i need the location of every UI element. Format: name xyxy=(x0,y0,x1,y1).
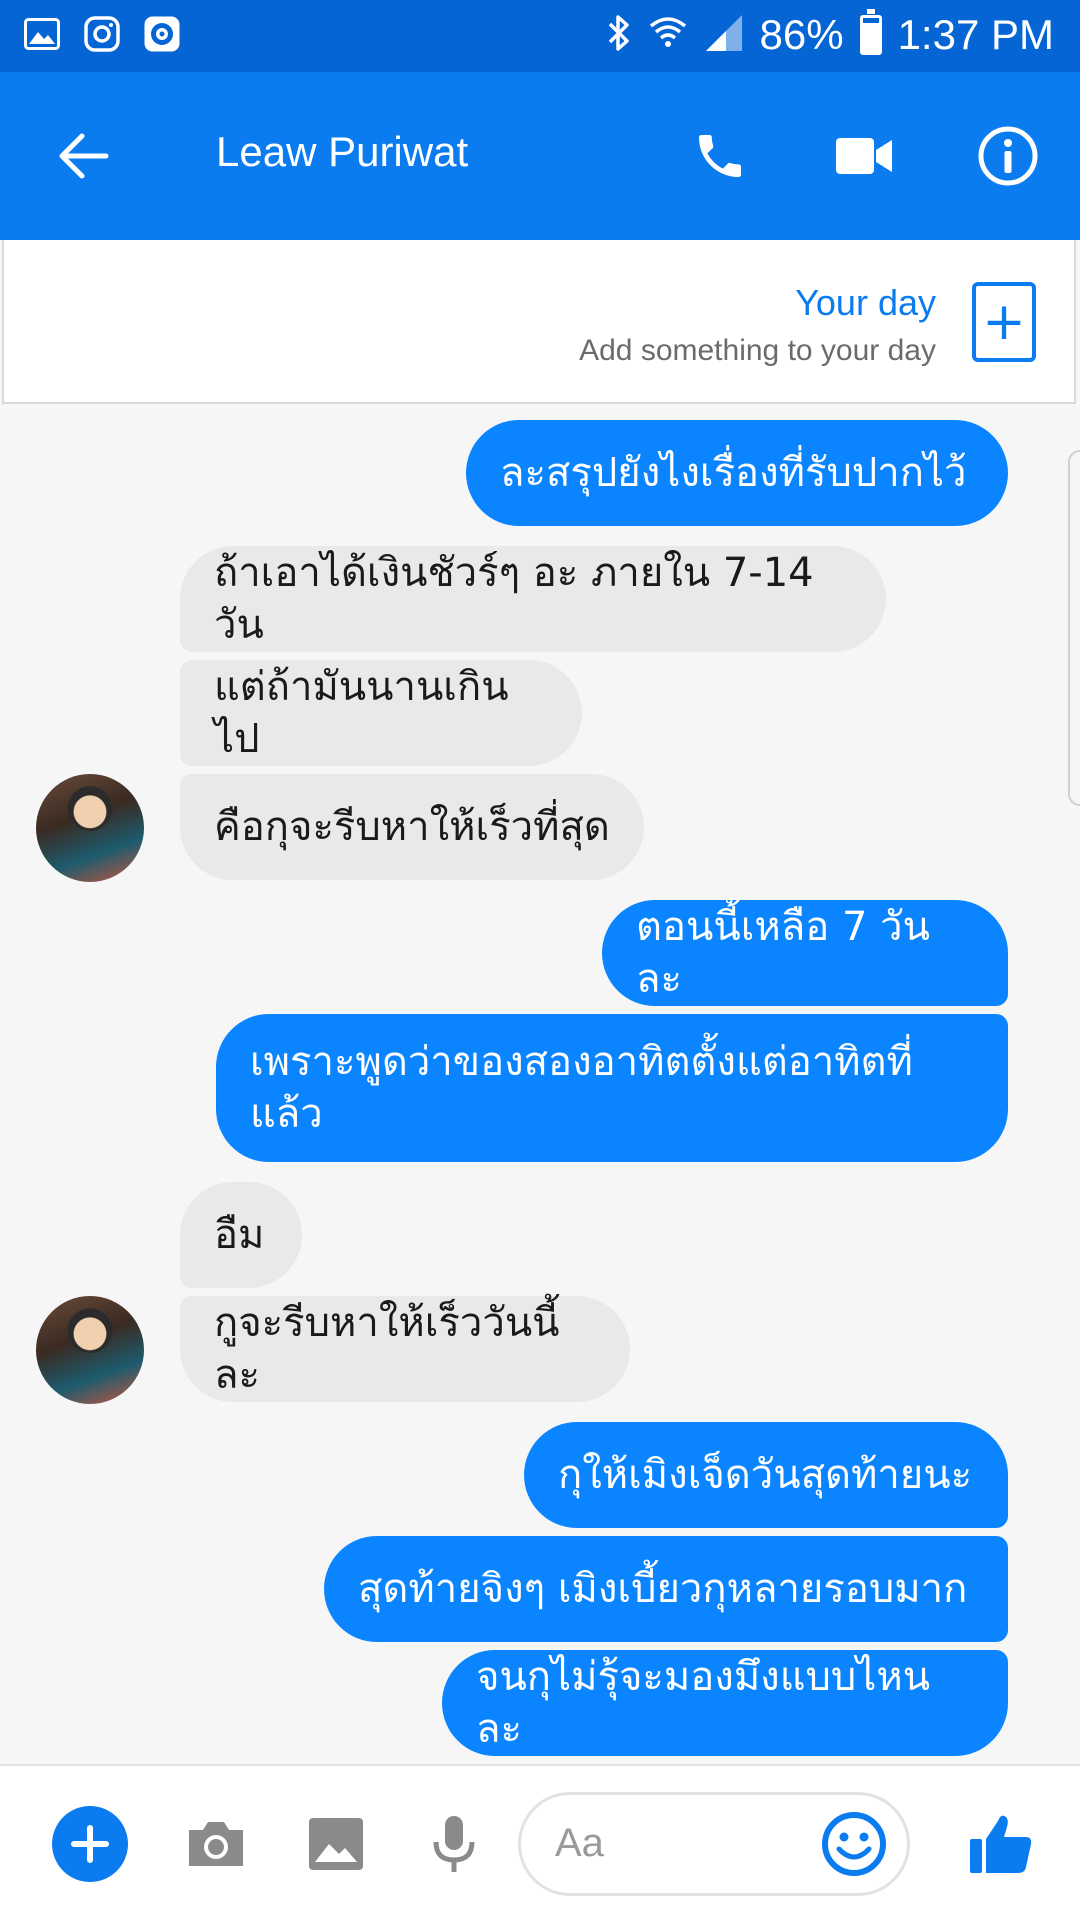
info-icon[interactable] xyxy=(966,114,1050,198)
clock: 1:37 PM xyxy=(897,11,1054,58)
message-composer: Aa xyxy=(0,1764,1080,1920)
back-arrow-icon[interactable] xyxy=(42,114,126,198)
battery-percent: 86% xyxy=(759,11,844,58)
phone-icon[interactable] xyxy=(678,114,762,198)
thumbs-up-icon[interactable] xyxy=(956,1806,1046,1882)
message-bubble-incoming[interactable]: แต่ถ้ามันนานเกินไป xyxy=(180,660,582,766)
message-input[interactable]: Aa xyxy=(518,1792,910,1896)
instagram-icon xyxy=(82,14,122,54)
message-bubble-incoming[interactable]: อืม xyxy=(180,1182,302,1288)
message-bubble-outgoing[interactable]: ละสรุปยังไงเรื่องที่รับปากไว้ xyxy=(466,420,1008,526)
microphone-icon[interactable] xyxy=(416,1806,492,1882)
message-bubble-incoming[interactable]: คือกุจะรีบหาให้เร็วที่สุด xyxy=(180,774,644,880)
conversation-header: Leaw Puriwat xyxy=(0,72,1080,240)
signal-icon xyxy=(704,13,744,57)
message-bubble-outgoing[interactable]: จนกุไม่รุ้จะมองมึงแบบไหนละ xyxy=(442,1650,1008,1756)
image-icon[interactable] xyxy=(298,1806,374,1882)
message-bubble-outgoing[interactable]: สุดท้ายจิงๆ เมิงเบี้ยวกุหลายรอบมาก xyxy=(324,1536,1008,1642)
battery-icon xyxy=(859,9,882,55)
music-icon xyxy=(142,14,182,54)
video-icon[interactable] xyxy=(822,114,906,198)
your-day-banner[interactable]: Your day Add something to your day + xyxy=(2,240,1076,404)
message-bubble-outgoing[interactable]: กุให้เมิงเจ็ดวันสุดท้ายนะ xyxy=(524,1422,1008,1528)
message-bubble-outgoing[interactable]: เพราะพูดว่าของสองอาทิตตั้งแต่อาทิตที่แล้… xyxy=(216,1014,1008,1162)
camera-icon[interactable] xyxy=(178,1806,254,1882)
message-bubble-incoming[interactable]: กูจะรีบหาให้เร็ววันนี้ละ xyxy=(180,1296,630,1402)
gallery-icon xyxy=(22,14,62,54)
add-story-button[interactable]: + xyxy=(972,282,1036,362)
plus-icon[interactable] xyxy=(52,1806,128,1882)
your-day-subtitle: Add something to your day xyxy=(579,334,936,367)
status-bar: 86% 1:37 PM xyxy=(0,0,1080,72)
contact-avatar[interactable] xyxy=(36,1296,144,1404)
contact-avatar[interactable] xyxy=(36,774,144,882)
emoji-icon[interactable] xyxy=(819,1809,889,1879)
bluetooth-icon xyxy=(606,13,632,57)
message-input-placeholder: Aa xyxy=(555,1821,604,1865)
message-bubble-outgoing[interactable]: ตอนนี้เหลือ 7 วันละ xyxy=(602,900,1008,1006)
contact-name[interactable]: Leaw Puriwat xyxy=(216,128,468,176)
wifi-icon xyxy=(648,14,688,56)
message-bubble-incoming[interactable]: ถ้าเอาได้เงินชัวร์ๆ อะ ภายใน 7-14 วัน xyxy=(180,546,886,652)
scrollbar[interactable] xyxy=(1068,450,1080,806)
your-day-title: Your day xyxy=(795,282,936,323)
